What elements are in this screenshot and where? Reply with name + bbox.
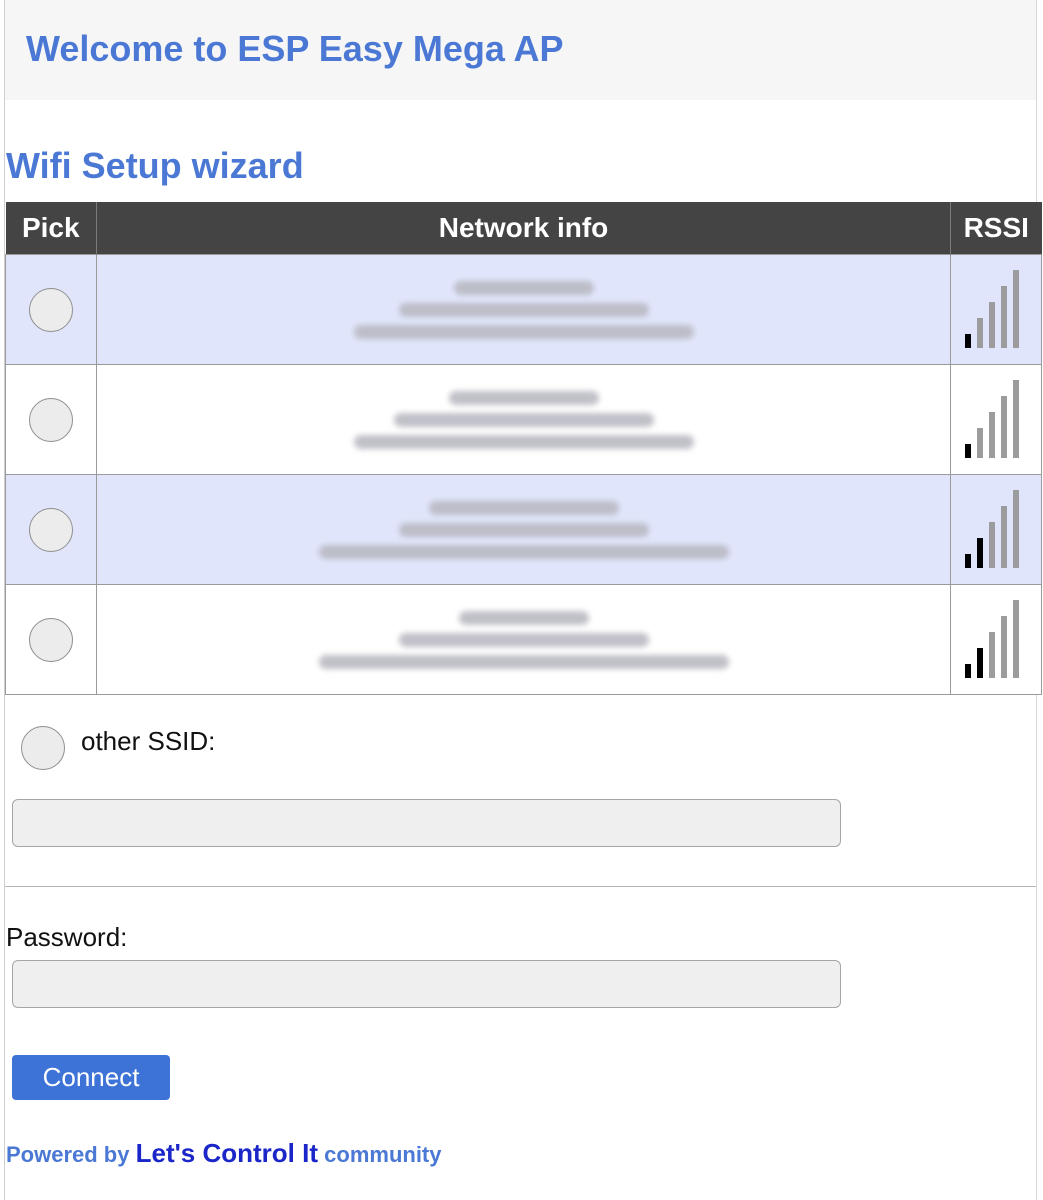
- other-ssid-radio[interactable]: [21, 726, 65, 770]
- footer-suffix: community: [324, 1142, 442, 1167]
- password-input[interactable]: [12, 960, 841, 1008]
- signal-strength-icon: [956, 489, 1036, 570]
- signal-bar: [1013, 489, 1019, 568]
- connect-button[interactable]: Connect: [12, 1055, 170, 1100]
- signal-bar: [989, 521, 995, 568]
- network-table: Pick Network info RSSI: [5, 202, 1042, 695]
- page-header: Welcome to ESP Easy Mega AP: [5, 0, 1036, 100]
- rssi-cell: [950, 474, 1042, 585]
- signal-bar: [977, 317, 983, 348]
- table-header-row: Pick Network info RSSI: [5, 202, 1042, 255]
- pick-cell[interactable]: [5, 474, 97, 585]
- network-info-cell: [96, 254, 951, 365]
- page-title: Welcome to ESP Easy Mega AP: [26, 28, 564, 69]
- signal-bar: [1001, 615, 1007, 678]
- footer-prefix: Powered by: [6, 1142, 130, 1167]
- signal-bar: [1001, 395, 1007, 458]
- table-row[interactable]: [5, 254, 1042, 365]
- signal-bar: [1013, 599, 1019, 678]
- signal-bar: [977, 537, 983, 568]
- signal-bar: [965, 663, 971, 678]
- rssi-cell: [950, 584, 1042, 695]
- network-radio[interactable]: [29, 617, 73, 662]
- footer-brand-link[interactable]: Let's Control It: [136, 1138, 318, 1168]
- pick-cell[interactable]: [5, 254, 97, 365]
- pick-cell[interactable]: [5, 364, 97, 475]
- signal-bar: [1001, 285, 1007, 348]
- signal-bar: [965, 443, 971, 458]
- rssi-cell: [950, 254, 1042, 365]
- network-radio[interactable]: [29, 397, 73, 442]
- other-ssid-input[interactable]: [12, 799, 841, 847]
- signal-strength-icon: [956, 269, 1036, 350]
- divider: [5, 886, 1036, 887]
- signal-strength-icon: [956, 379, 1036, 460]
- network-radio[interactable]: [29, 507, 73, 552]
- signal-bar: [989, 631, 995, 678]
- signal-bar: [1001, 505, 1007, 568]
- table-row[interactable]: [5, 364, 1042, 475]
- network-radio[interactable]: [29, 287, 73, 332]
- signal-bar: [1013, 269, 1019, 348]
- wizard-title: Wifi Setup wizard: [6, 145, 304, 186]
- signal-bar: [965, 553, 971, 568]
- pick-cell[interactable]: [5, 584, 97, 695]
- signal-bar: [965, 333, 971, 348]
- signal-bar: [1013, 379, 1019, 458]
- table-row[interactable]: [5, 474, 1042, 585]
- network-info-cell: [96, 364, 951, 475]
- signal-bar: [977, 427, 983, 458]
- signal-bar: [989, 301, 995, 348]
- signal-bar: [977, 647, 983, 678]
- column-header-rssi: RSSI: [950, 202, 1042, 255]
- column-header-pick: Pick: [5, 202, 97, 255]
- signal-strength-icon: [956, 599, 1036, 680]
- other-ssid-label: other SSID:: [81, 726, 216, 756]
- password-label: Password:: [6, 922, 128, 952]
- footer: Powered by Let's Control It community: [6, 1138, 442, 1169]
- column-header-network-info: Network info: [96, 202, 951, 255]
- network-info-cell: [96, 474, 951, 585]
- rssi-cell: [950, 364, 1042, 475]
- signal-bar: [989, 411, 995, 458]
- table-row[interactable]: [5, 584, 1042, 695]
- network-info-cell: [96, 584, 951, 695]
